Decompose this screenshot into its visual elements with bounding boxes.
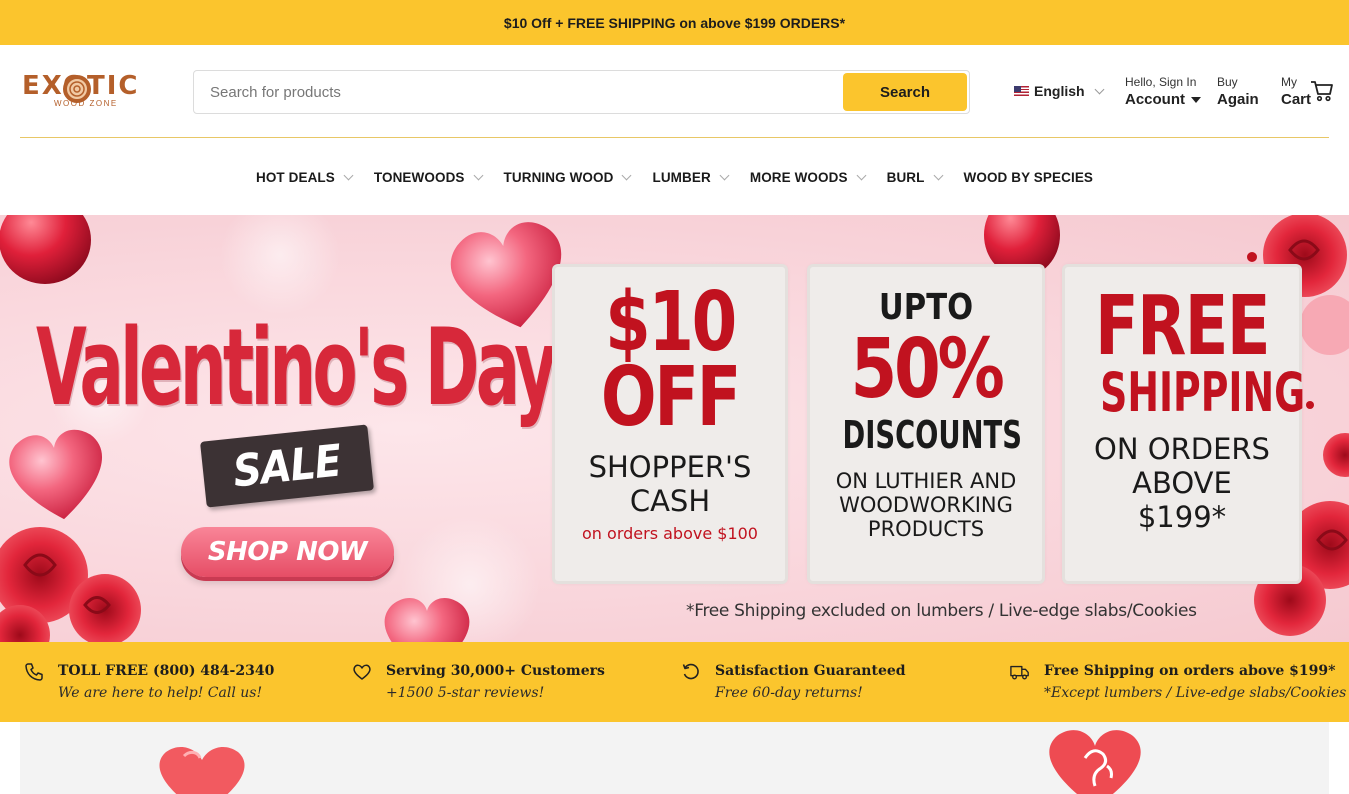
nav-item-burl[interactable]: BURL bbox=[886, 169, 943, 185]
chevron-down-icon bbox=[343, 170, 354, 180]
heart-couple-icon bbox=[1049, 730, 1141, 794]
feature-subtitle: +1500 5-star reviews! bbox=[386, 685, 545, 701]
sale-label: SALE bbox=[230, 435, 344, 497]
cart-link[interactable]: My Cart bbox=[1281, 75, 1311, 111]
chevron-down-icon bbox=[622, 170, 632, 180]
heart-balloon-icon bbox=[159, 746, 245, 794]
promo-panel bbox=[20, 722, 1329, 794]
offer-card-free-shipping: FREE SHIPPING ON ORDERS ABOVE $199* bbox=[1065, 267, 1306, 581]
offer-line1: ON ORDERS bbox=[1094, 432, 1270, 467]
offer-amount: $10 bbox=[605, 275, 737, 370]
feature-title: Free Shipping on orders above $199* bbox=[1044, 663, 1336, 679]
nav-item-more-woods[interactable]: MORE WOODS bbox=[749, 169, 867, 185]
phone-icon bbox=[25, 663, 43, 681]
site-header: EXOTIC WOOD ZONE Search English Hello, S… bbox=[0, 45, 1349, 138]
offer-line2: WOODWORKING bbox=[839, 493, 1013, 518]
nav-item-label: WOOD BY SPECIES bbox=[963, 169, 1094, 185]
offer-line3: PRODUCTS bbox=[867, 517, 985, 542]
offer-condition: on orders above $100 bbox=[582, 523, 758, 543]
feature-title: Satisfaction Guaranteed bbox=[715, 663, 906, 679]
nav-item-tonewoods[interactable]: TONEWOODS bbox=[373, 169, 483, 185]
heart-icon bbox=[353, 664, 371, 680]
offer-percent: 50% bbox=[850, 322, 1004, 417]
hero-banner[interactable]: Valentino's Day SALE SHOP NOW $10 OFF SH… bbox=[0, 215, 1349, 642]
chevron-down-icon bbox=[933, 170, 943, 180]
cart-label: Cart bbox=[1281, 91, 1312, 108]
header-divider bbox=[20, 137, 1329, 138]
cart-icon[interactable] bbox=[1310, 80, 1334, 102]
language-label: English bbox=[1034, 83, 1085, 99]
caret-down-icon bbox=[1191, 97, 1201, 103]
offer-line1: SHOPPER'S bbox=[588, 449, 752, 484]
refresh-icon bbox=[682, 663, 699, 680]
buy-again-label: Again bbox=[1217, 91, 1259, 108]
chevron-down-icon bbox=[473, 170, 483, 180]
shop-now-label: SHOP NOW bbox=[207, 537, 368, 567]
main-navigation: HOT DEALS TONEWOODS TURNING WOOD LUMBER … bbox=[0, 160, 1349, 194]
feature-subtitle: *Except lumbers / Live-edge slabs/Cookie… bbox=[1044, 685, 1347, 701]
features-bar: TOLL FREE (800) 484-2340 We are here to … bbox=[0, 642, 1349, 722]
nav-item-wood-by-species[interactable]: WOOD BY SPECIES bbox=[964, 170, 1094, 185]
us-flag-icon bbox=[1014, 86, 1029, 96]
nav-item-label: MORE WOODS bbox=[749, 169, 848, 185]
chevron-down-icon bbox=[719, 170, 730, 180]
logo-wood-ring-icon bbox=[63, 75, 91, 103]
account-menu[interactable]: Hello, Sign In Account bbox=[1125, 75, 1201, 111]
chevron-down-icon bbox=[856, 170, 867, 180]
search-button[interactable]: Search bbox=[843, 73, 967, 111]
nav-item-label: LUMBER bbox=[652, 169, 711, 185]
chevron-down-icon bbox=[1094, 84, 1105, 94]
feature-title: Serving 30,000+ Customers bbox=[386, 663, 605, 679]
offer-off: OFF bbox=[600, 350, 742, 446]
bottom-section bbox=[0, 722, 1349, 794]
hero-title: Valentino's Day bbox=[36, 306, 557, 429]
nav-item-label: BURL bbox=[886, 169, 925, 185]
feature-title: TOLL FREE (800) 484-2340 bbox=[58, 663, 275, 679]
offer-discounts: DISCOUNTS bbox=[842, 413, 1022, 458]
hero-footnote: *Free Shipping excluded on lumbers / Liv… bbox=[686, 601, 1197, 621]
search-bar: Search bbox=[193, 70, 970, 114]
nav-item-turning-wood[interactable]: TURNING WOOD bbox=[503, 169, 632, 185]
offer-line1: ON LUTHIER AND bbox=[835, 469, 1017, 494]
account-greeting: Hello, Sign In bbox=[1125, 75, 1197, 89]
language-selector[interactable]: English bbox=[1014, 83, 1105, 99]
buy-again-link[interactable]: Buy Again bbox=[1217, 75, 1259, 111]
offer-shipping: SHIPPING bbox=[1100, 361, 1306, 425]
nav-item-hot-deals[interactable]: HOT DEALS bbox=[255, 169, 354, 185]
nav-item-label: TURNING WOOD bbox=[503, 169, 614, 185]
cart-top: My bbox=[1281, 75, 1297, 89]
offer-card-shoppers-cash: $10 OFF SHOPPER'S CASH on orders above $… bbox=[555, 267, 785, 581]
promo-bar: $10 Off + FREE SHIPPING on above $199 OR… bbox=[0, 0, 1349, 45]
nav-item-lumber[interactable]: LUMBER bbox=[652, 169, 730, 185]
offer-line3: $199* bbox=[1137, 500, 1227, 535]
promo-text: $10 Off + FREE SHIPPING on above $199 OR… bbox=[503, 14, 846, 31]
offer-free: FREE bbox=[1094, 279, 1271, 374]
search-input[interactable] bbox=[195, 72, 835, 112]
nav-item-label: HOT DEALS bbox=[255, 169, 335, 185]
feature-subtitle: Free 60-day returns! bbox=[715, 685, 863, 701]
offer-card-discounts: UPTO 50% DISCOUNTS ON LUTHIER AND WOODWO… bbox=[810, 267, 1042, 581]
buy-again-top: Buy bbox=[1217, 75, 1238, 89]
nav-item-label: TONEWOODS bbox=[373, 169, 465, 185]
feature-subtitle: We are here to help! Call us! bbox=[58, 685, 263, 701]
truck-icon bbox=[1010, 665, 1029, 680]
offer-line2: ABOVE bbox=[1132, 466, 1232, 501]
offer-line2: CASH bbox=[629, 483, 711, 518]
shop-now-button[interactable]: SHOP NOW bbox=[181, 527, 394, 577]
account-label: Account bbox=[1125, 91, 1185, 108]
